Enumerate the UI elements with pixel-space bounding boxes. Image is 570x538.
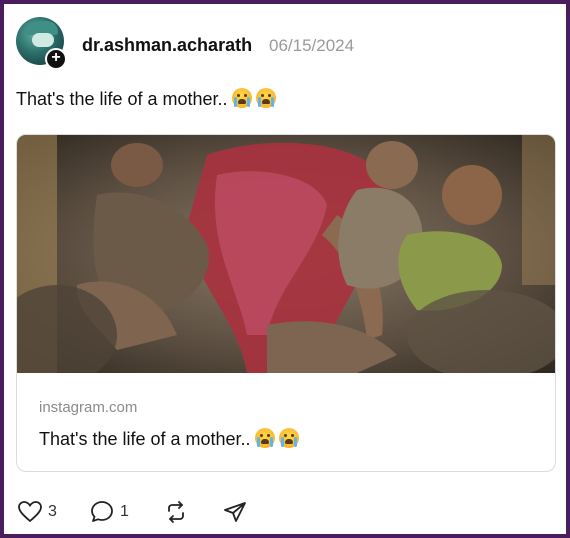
link-preview-image — [17, 135, 555, 373]
post-header: + dr.ashman.acharath 06/15/2024 — [16, 17, 556, 73]
crying-emoji-icon — [254, 428, 275, 448]
post-actions: 3 1 — [18, 498, 318, 526]
share-button[interactable] — [223, 498, 247, 526]
link-title: That's the life of a mother.. — [39, 428, 299, 450]
comment-icon — [90, 500, 114, 524]
crying-emoji-icon — [231, 88, 252, 108]
post-frame: + dr.ashman.acharath 06/15/2024 That's t… — [0, 0, 570, 538]
link-title-text: That's the life of a mother.. — [39, 429, 251, 449]
like-count: 3 — [48, 503, 57, 520]
post-caption: That's the life of a mother.. — [16, 88, 276, 110]
send-icon — [223, 500, 247, 524]
repost-icon — [164, 500, 188, 524]
post-date: 06/15/2024 — [269, 36, 355, 55]
link-domain: instagram.com — [39, 399, 138, 416]
reply-count: 1 — [120, 503, 129, 520]
heart-icon — [18, 501, 42, 523]
link-preview-card[interactable]: instagram.com That's the life of a mothe… — [16, 134, 556, 472]
like-button[interactable]: 3 — [18, 498, 57, 526]
crying-emoji-icon — [278, 428, 299, 448]
repost-button[interactable] — [164, 498, 188, 526]
crying-emoji-icon — [255, 88, 276, 108]
follow-plus-icon[interactable]: + — [45, 48, 67, 70]
username[interactable]: dr.ashman.acharath — [82, 35, 252, 56]
caption-text: That's the life of a mother.. — [16, 89, 228, 109]
reply-button[interactable]: 1 — [90, 498, 129, 526]
